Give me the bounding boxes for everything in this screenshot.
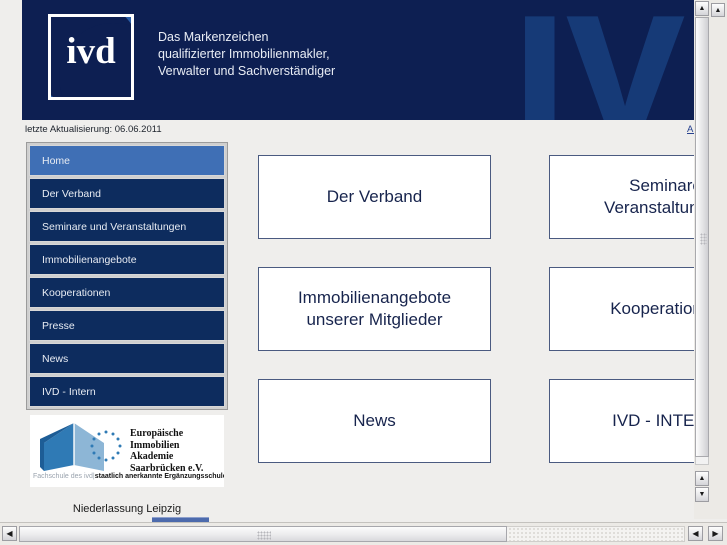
branch-label: Niederlassung Leipzig	[72, 503, 182, 515]
sidebar-item-label: Kooperationen	[42, 286, 111, 299]
browser-window: iv ivd Das Markenzeichen qualifizierter …	[0, 0, 727, 545]
page-vertical-scrollbar[interactable]: ▲ ▲ ▼	[694, 0, 710, 519]
scroll-right-icon[interactable]: ▶	[708, 526, 723, 541]
header-tagline: Das Markenzeichen qualifizierter Immobil…	[158, 30, 336, 78]
scroll-thumb-grip	[700, 233, 707, 245]
scroll-left-icon[interactable]: ◀	[2, 526, 17, 541]
scroll-left-secondary-icon[interactable]: ◀	[688, 526, 703, 541]
sidebar-item-home[interactable]: Home	[29, 145, 225, 176]
sidebar-item-news[interactable]: News	[29, 343, 225, 374]
eia-academy-name: Europäische Immobilien Akademie Saarbrüc…	[130, 428, 204, 474]
sidebar-item-label: IVD - Intern	[42, 385, 96, 398]
scroll-up-small-icon[interactable]: ▲	[695, 471, 709, 486]
sidebar-item-label: Der Verband	[42, 187, 101, 200]
eia-subtitle: Fachschule des ivd|staatlich anerkannte …	[33, 473, 224, 480]
eia-partner-block[interactable]: Europäische Immobilien Akademie Saarbrüc…	[26, 415, 228, 515]
tile-seminare-veranstaltungen[interactable]: Seminare Veranstaltungen	[549, 155, 710, 239]
sidebar-item-seminare[interactable]: Seminare und Veranstaltungen	[29, 211, 225, 242]
sidebar-item-presse[interactable]: Presse	[29, 310, 225, 341]
eu-stars-icon	[90, 430, 122, 462]
sidebar-item-kooperationen[interactable]: Kooperationen	[29, 277, 225, 308]
sidebar-item-label: News	[42, 352, 69, 365]
tile-ivd-intern[interactable]: IVD - INTERN	[549, 379, 710, 463]
page-scroll-thumb[interactable]	[695, 17, 709, 457]
last-update-text: letzte Aktualisierung: 06.06.2011	[25, 124, 162, 135]
update-bar: letzte Aktualisierung: 06.06.2011 Ansp	[22, 121, 710, 141]
logo-wordmark: ivd	[66, 31, 116, 72]
horizontal-scroll-thumb[interactable]	[19, 526, 507, 542]
sidebar-item-immobilienangebote[interactable]: Immobilienangebote	[29, 244, 225, 275]
sidebar-item-label: Presse	[42, 319, 75, 332]
ivd-logo[interactable]: ivd	[48, 14, 134, 100]
tile-news[interactable]: News	[258, 379, 491, 463]
page-content: iv ivd Das Markenzeichen qualifizierter …	[0, 0, 710, 519]
sidebar-item-label: Home	[42, 154, 71, 167]
sidebar-nav: Home Der Verband Seminare und Veranstalt…	[26, 142, 228, 410]
ivd-watermark: iv	[510, 0, 685, 120]
eia-subtitle-faint: Fachschule des ivd	[33, 473, 93, 480]
tile-immobilienangebote[interactable]: Immobilienangebote unserer Mitglieder	[258, 267, 491, 351]
tile-kooperationen[interactable]: Kooperationen	[549, 267, 710, 351]
page-viewport: iv ivd Das Markenzeichen qualifizierter …	[0, 0, 710, 519]
window-horizontal-scrollbar[interactable]: ◀ ◀ ▶	[0, 522, 727, 545]
eia-logo-card: Europäische Immobilien Akademie Saarbrüc…	[30, 415, 224, 487]
tile-der-verband[interactable]: Der Verband	[258, 155, 491, 239]
eia-subtitle-bold: staatlich anerkannte Ergänzungsschule	[94, 473, 224, 480]
site-header: iv ivd Das Markenzeichen qualifizierter …	[22, 0, 710, 120]
sidebar-item-label: Immobilienangebote	[42, 253, 137, 266]
horizontal-thumb-grip	[257, 531, 271, 540]
scroll-up-icon[interactable]: ▲	[695, 1, 709, 16]
window-scroll-up-icon[interactable]: ▲	[711, 3, 725, 17]
sidebar-item-ivd-intern[interactable]: IVD - Intern	[29, 376, 225, 407]
sidebar-item-der-verband[interactable]: Der Verband	[29, 178, 225, 209]
sidebar-item-label: Seminare und Veranstaltungen	[42, 220, 187, 233]
window-vertical-scrollbar[interactable]: ▲	[710, 0, 727, 528]
scroll-down-small-icon[interactable]: ▼	[695, 487, 709, 502]
